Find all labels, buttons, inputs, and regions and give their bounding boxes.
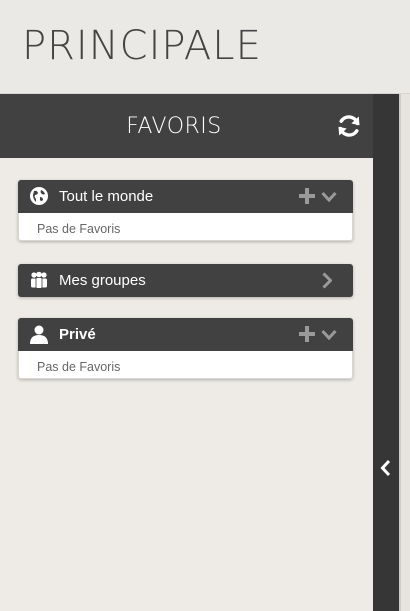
section-private-header[interactable]: Privé [18,318,353,351]
section-body: Pas de Favoris [18,213,353,241]
globe-icon [30,187,48,205]
section-label: Privé [59,326,96,343]
section-label: Tout le monde [59,188,154,205]
page-title: PRINCIPALE [22,23,262,69]
add-favorite-button[interactable] [299,326,315,342]
expand-button[interactable] [321,190,337,203]
empty-favorites-text: Pas de Favoris [37,360,121,374]
collapse-panel-button[interactable] [379,458,393,478]
section-my-groups-header[interactable]: Mes groupes [18,264,353,297]
add-favorite-button[interactable] [299,188,315,204]
plus-icon [299,326,315,342]
refresh-icon [338,115,360,137]
section-body: Pas de Favoris [18,351,353,379]
favorites-content: Tout le monde Pas de Favoris Mes groupes… [0,158,373,611]
panel-title: FAVORIS [126,114,222,139]
side-strip [399,94,410,611]
favorites-panel-header: FAVORIS [0,94,373,158]
side-rail [373,94,399,611]
empty-favorites-text: Pas de Favoris [37,222,121,236]
refresh-button[interactable] [334,111,364,141]
section-my-groups: Mes groupes [18,264,353,297]
section-everyone-header[interactable]: Tout le monde [18,180,353,213]
chevron-down-icon [321,191,337,203]
chevron-down-icon [321,329,337,341]
section-private: Privé Pas de Favoris [18,318,353,379]
user-icon [30,325,48,344]
chevron-left-icon [380,459,391,477]
section-everyone: Tout le monde Pas de Favoris [18,180,353,241]
plus-icon [299,188,315,204]
open-groups-button[interactable] [322,272,333,289]
group-icon [31,271,47,288]
top-bar: PRINCIPALE [0,0,410,94]
section-label: Mes groupes [59,272,146,289]
expand-button[interactable] [321,328,337,341]
chevron-right-icon [322,272,333,289]
